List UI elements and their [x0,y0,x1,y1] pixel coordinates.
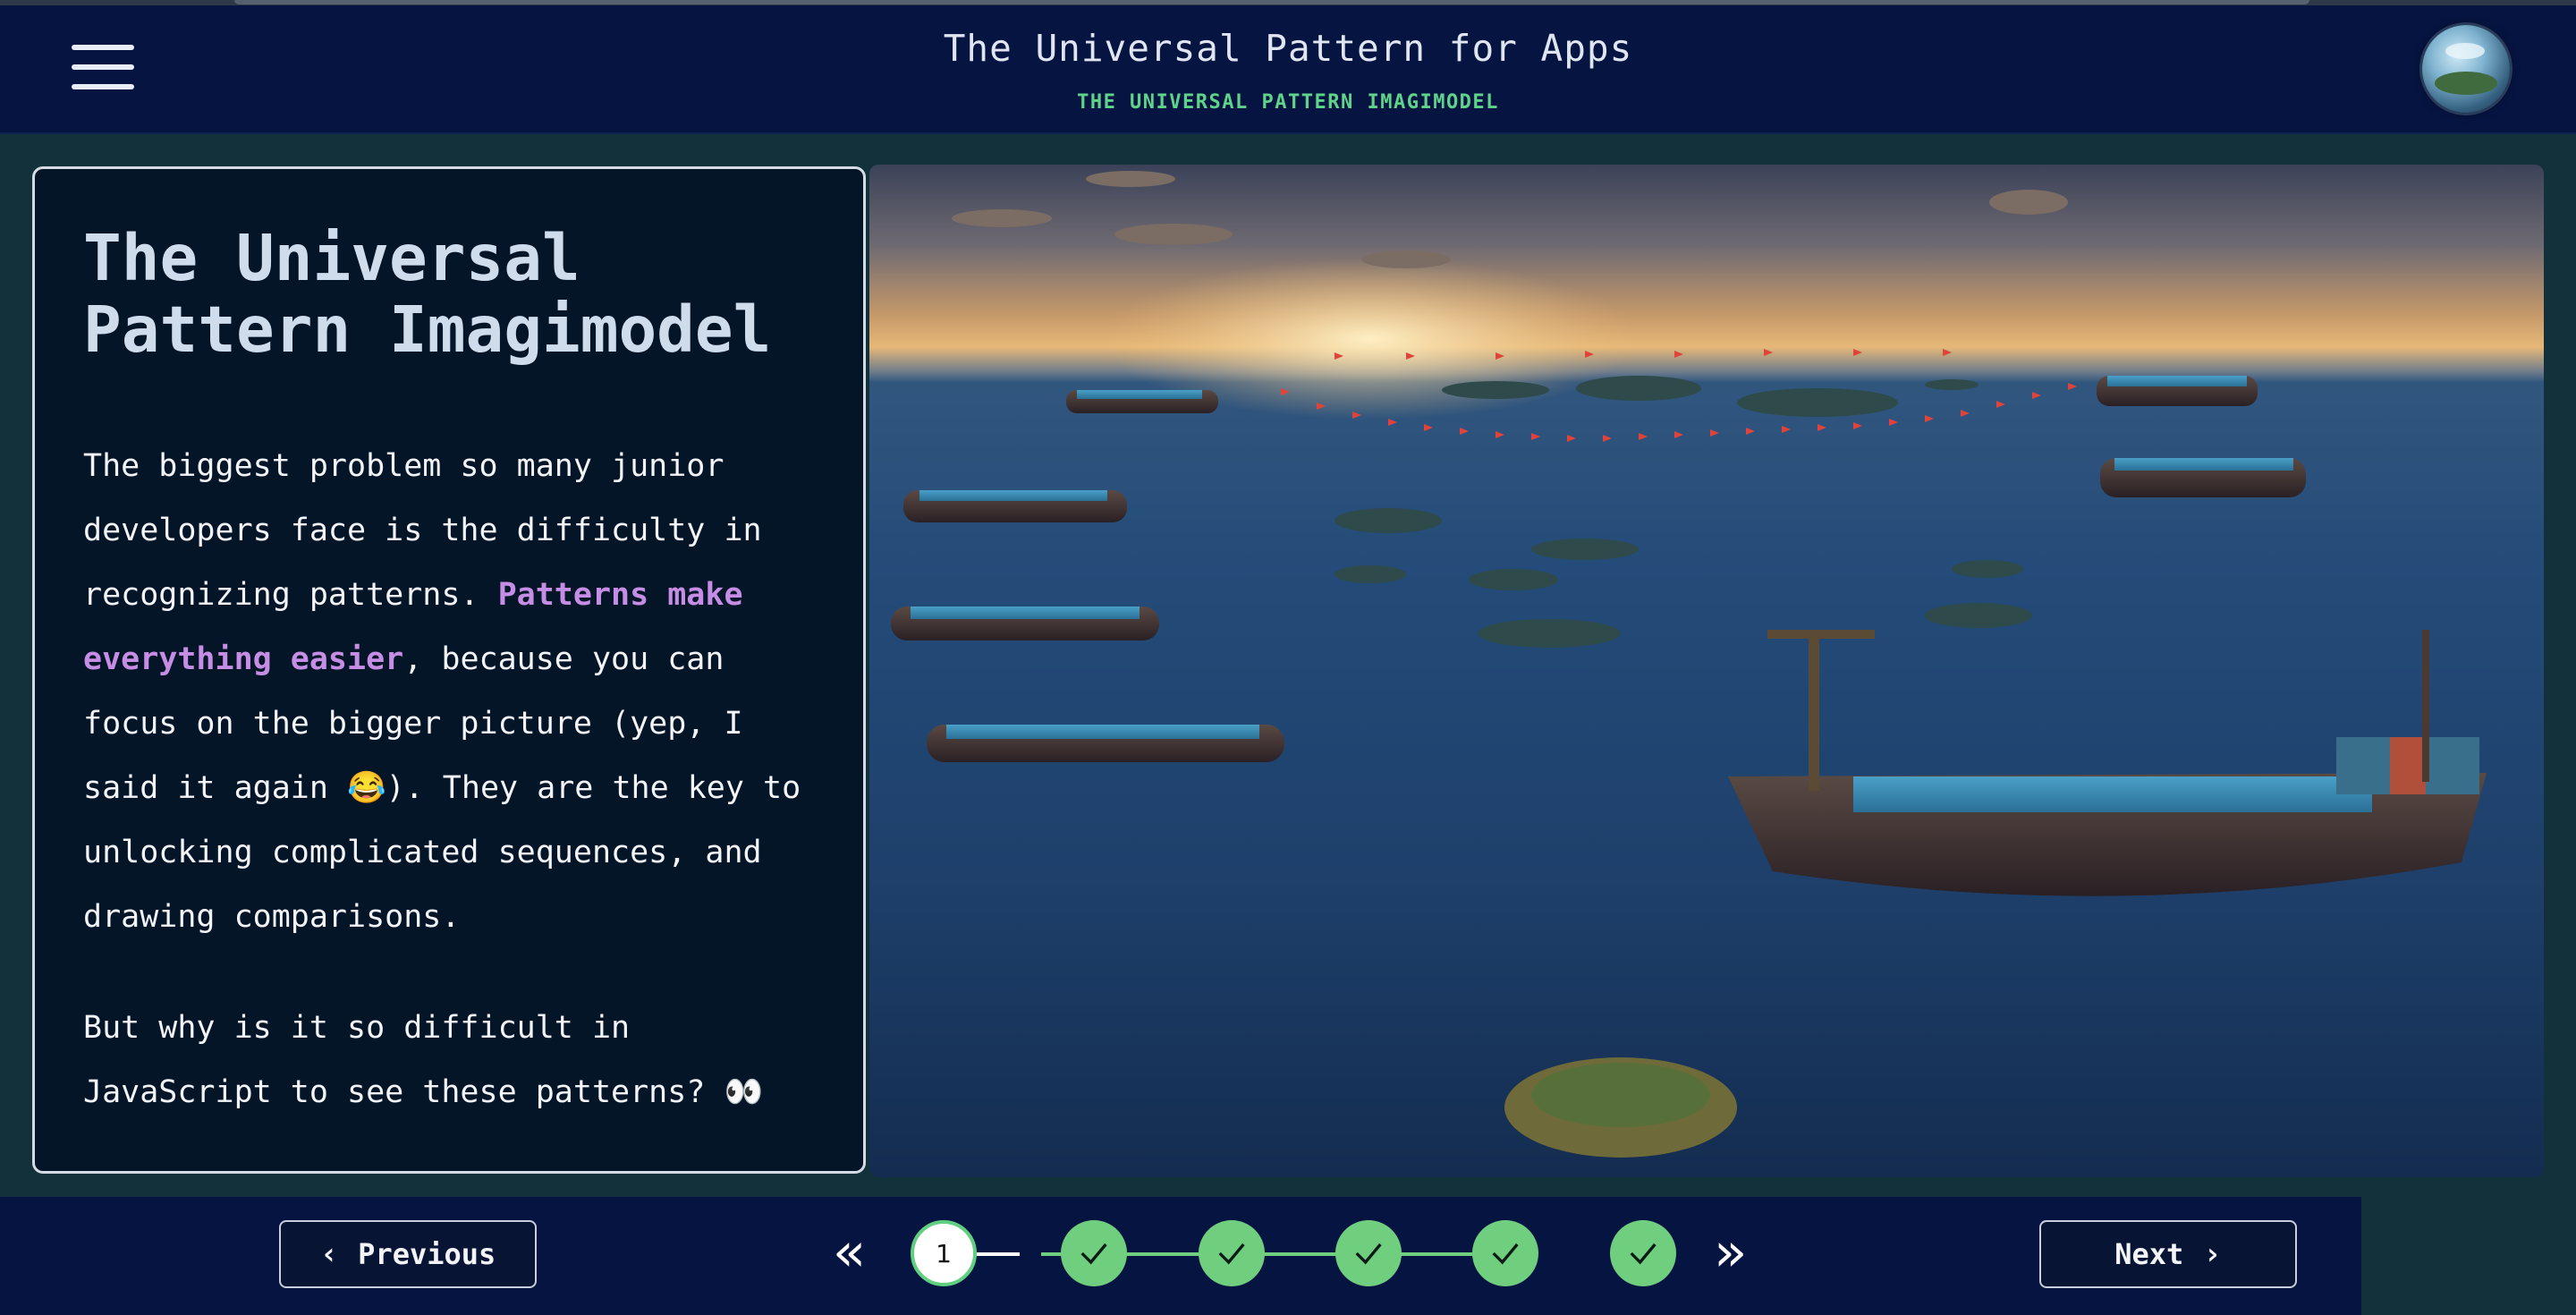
page-subtitle: THE UNIVERSAL PATTERN IMAGIMODEL [1077,91,1499,114]
illustration-ocean-airships [869,165,2544,1177]
previous-label: Previous [358,1237,496,1271]
lesson-paragraph-1: The biggest problem so many junior devel… [83,434,815,949]
lesson-title-line-2: Pattern Imagimodel [83,293,772,367]
checkmark-icon [1355,1243,1382,1265]
next-button[interactable]: Next › [2039,1220,2297,1288]
next-label: Next [2114,1237,2184,1271]
step-pager: « 1 » [823,1217,1762,1292]
lesson-title: The Universal Pattern Imagimodel [83,223,815,366]
lesson-paragraph-2: But why is it so difficult in JavaScript… [83,1010,764,1110]
step-6-complete[interactable] [1610,1220,1676,1286]
lesson-text-card: The Universal Pattern Imagimodel The big… [32,166,866,1174]
step-4-complete[interactable] [1335,1220,1402,1286]
step-2-complete[interactable] [1061,1220,1127,1286]
chevron-right-icon: › [2203,1236,2222,1272]
avatar[interactable] [2422,25,2510,113]
step-3-complete[interactable] [1199,1220,1265,1286]
lesson-title-line-1: The Universal [83,221,580,295]
paragraph-1-end: , because you can focus on the bigger pi… [83,641,801,935]
step-1[interactable]: 1 [911,1220,977,1286]
page-title: The Universal Pattern for Apps [943,27,1633,70]
double-chevron-right-icon[interactable]: » [1703,1220,1757,1288]
checkmark-icon [1492,1243,1519,1265]
double-chevron-left-icon[interactable]: « [823,1220,877,1288]
step-5-complete[interactable] [1472,1220,1538,1286]
app-header: The Universal Pattern for Apps THE UNIVE… [0,5,2576,134]
checkmark-icon [1218,1243,1245,1265]
checkmark-icon [1630,1243,1657,1265]
chevron-left-icon: ‹ [319,1236,339,1272]
checkmark-icon [1080,1243,1107,1265]
previous-button[interactable]: ‹ Previous [279,1220,537,1288]
